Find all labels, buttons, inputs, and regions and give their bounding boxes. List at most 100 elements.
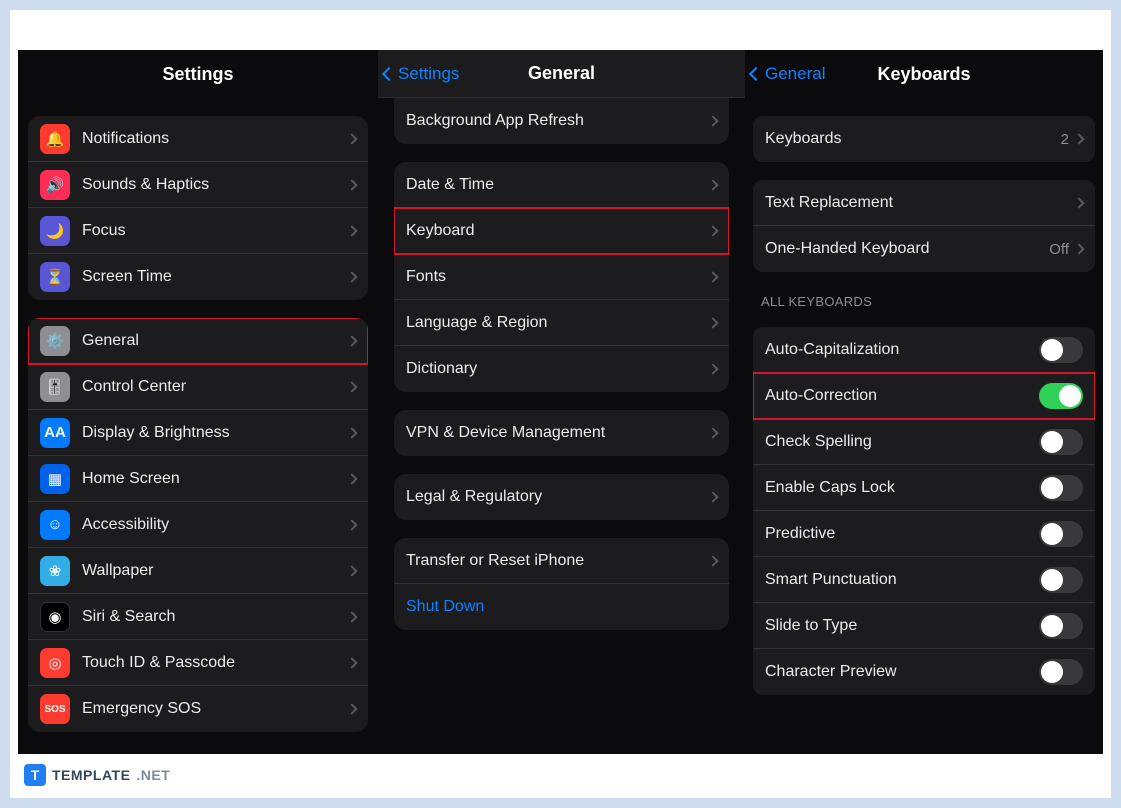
label-control-center: Control Center <box>82 378 348 396</box>
label-text-replace: Text Replacement <box>765 194 1075 212</box>
row-screen-time[interactable]: ⏳ Screen Time <box>28 254 368 300</box>
row-date-time[interactable]: Date & Time <box>394 162 729 208</box>
value-one-handed: Off <box>1049 241 1069 258</box>
row-siri[interactable]: ◉ Siri & Search <box>28 594 368 640</box>
row-legal[interactable]: Legal & Regulatory <box>394 474 729 520</box>
row-dictionary[interactable]: Dictionary <box>394 346 729 392</box>
label-focus: Focus <box>82 222 348 240</box>
label-home-screen: Home Screen <box>82 470 348 488</box>
row-fonts[interactable]: Fonts <box>394 254 729 300</box>
row-background-app-refresh[interactable]: Background App Refresh <box>394 98 729 144</box>
row-auto-cap[interactable]: Auto-Capitalization <box>753 327 1095 373</box>
general-group-1: Date & Time Keyboard Fonts Language & Re… <box>394 162 729 392</box>
general-group-2: VPN & Device Management <box>394 410 729 456</box>
keyboards-panel: General Keyboards Keyboards 2 Text Repla… <box>745 50 1103 754</box>
row-focus[interactable]: 🌙 Focus <box>28 208 368 254</box>
label-wallpaper: Wallpaper <box>82 562 348 580</box>
section-all-keyboards: ALL KEYBOARDS <box>761 294 1079 309</box>
row-control-center[interactable]: 🎚️ Control Center <box>28 364 368 410</box>
back-label: Settings <box>398 64 459 84</box>
row-char-preview[interactable]: Character Preview <box>753 649 1095 695</box>
label-char-preview: Character Preview <box>765 663 1039 681</box>
row-accessibility[interactable]: ☺ Accessibility <box>28 502 368 548</box>
chevron-right-icon <box>707 317 718 328</box>
label-caps-lock: Enable Caps Lock <box>765 479 1039 497</box>
toggle-caps-lock[interactable] <box>1039 475 1083 501</box>
grid-icon: ▦ <box>40 464 70 494</box>
keyboards-group-2: Text Replacement One-Handed Keyboard Off <box>753 180 1095 272</box>
general-group-3: Legal & Regulatory <box>394 474 729 520</box>
label-dictionary: Dictionary <box>406 360 709 378</box>
label-transfer-reset: Transfer or Reset iPhone <box>406 552 709 570</box>
chevron-right-icon <box>707 225 718 236</box>
label-notifications: Notifications <box>82 130 348 148</box>
label-keyboards-count: Keyboards <box>765 130 1061 148</box>
sos-icon: SOS <box>40 694 70 724</box>
label-accessibility: Accessibility <box>82 516 348 534</box>
chevron-right-icon <box>346 703 357 714</box>
row-smart-punct[interactable]: Smart Punctuation <box>753 557 1095 603</box>
settings-header: Settings <box>18 50 378 98</box>
chevron-right-icon <box>346 473 357 484</box>
keyboards-title: Keyboards <box>877 64 970 85</box>
chevron-right-icon <box>346 611 357 622</box>
chevron-right-icon <box>346 335 357 346</box>
chevron-right-icon <box>346 565 357 576</box>
siri-icon: ◉ <box>40 602 70 632</box>
chevron-right-icon <box>346 133 357 144</box>
chevron-right-icon <box>346 519 357 530</box>
toggle-check-spell[interactable] <box>1039 429 1083 455</box>
row-check-spell[interactable]: Check Spelling <box>753 419 1095 465</box>
row-predictive[interactable]: Predictive <box>753 511 1095 557</box>
settings-panel: Settings 🔔 Notifications 🔊 Sounds & Hapt… <box>18 50 378 754</box>
brand-word-1: TEMPLATE <box>52 767 130 783</box>
label-smart-punct: Smart Punctuation <box>765 571 1039 589</box>
toggle-auto-correct[interactable] <box>1039 383 1083 409</box>
label-shut-down: Shut Down <box>406 598 717 616</box>
toggle-slide-type[interactable] <box>1039 613 1083 639</box>
chevron-left-icon <box>749 67 763 81</box>
label-keyboard: Keyboard <box>406 222 709 240</box>
row-touchid[interactable]: ◎ Touch ID & Passcode <box>28 640 368 686</box>
general-title: General <box>528 63 595 84</box>
back-to-general[interactable]: General <box>751 50 825 98</box>
row-caps-lock[interactable]: Enable Caps Lock <box>753 465 1095 511</box>
bell-icon: 🔔 <box>40 124 70 154</box>
chevron-right-icon <box>346 657 357 668</box>
row-wallpaper[interactable]: ❀ Wallpaper <box>28 548 368 594</box>
row-vpn[interactable]: VPN & Device Management <box>394 410 729 456</box>
general-group-4: Transfer or Reset iPhone Shut Down <box>394 538 729 630</box>
row-display[interactable]: AA Display & Brightness <box>28 410 368 456</box>
chevron-right-icon <box>707 427 718 438</box>
row-keyboard[interactable]: Keyboard <box>394 208 729 254</box>
row-home-screen[interactable]: ▦ Home Screen <box>28 456 368 502</box>
general-panel: Settings General Background App Refresh … <box>378 50 745 754</box>
row-text-replace[interactable]: Text Replacement <box>753 180 1095 226</box>
chevron-right-icon <box>707 363 718 374</box>
row-one-handed[interactable]: One-Handed Keyboard Off <box>753 226 1095 272</box>
label-display: Display & Brightness <box>82 424 348 442</box>
toggle-smart-punct[interactable] <box>1039 567 1083 593</box>
settings-title: Settings <box>162 64 233 85</box>
brand-word-2: .NET <box>136 767 170 783</box>
toggle-predictive[interactable] <box>1039 521 1083 547</box>
chevron-right-icon <box>346 427 357 438</box>
chevron-right-icon <box>707 271 718 282</box>
row-general[interactable]: ⚙️ General <box>28 318 368 364</box>
row-keyboards-count[interactable]: Keyboards 2 <box>753 116 1095 162</box>
label-slide-type: Slide to Type <box>765 617 1039 635</box>
row-slide-type[interactable]: Slide to Type <box>753 603 1095 649</box>
row-sounds[interactable]: 🔊 Sounds & Haptics <box>28 162 368 208</box>
back-label-general: General <box>765 64 825 84</box>
label-sounds: Sounds & Haptics <box>82 176 348 194</box>
toggle-char-preview[interactable] <box>1039 659 1083 685</box>
row-transfer-reset[interactable]: Transfer or Reset iPhone <box>394 538 729 584</box>
label-auto-correct: Auto-Correction <box>765 387 1039 405</box>
toggle-auto-cap[interactable] <box>1039 337 1083 363</box>
row-auto-correct[interactable]: Auto-Correction <box>753 373 1095 419</box>
back-to-settings[interactable]: Settings <box>384 50 459 97</box>
row-notifications[interactable]: 🔔 Notifications <box>28 116 368 162</box>
row-shut-down[interactable]: Shut Down <box>394 584 729 630</box>
row-sos[interactable]: SOS Emergency SOS <box>28 686 368 732</box>
row-language-region[interactable]: Language & Region <box>394 300 729 346</box>
